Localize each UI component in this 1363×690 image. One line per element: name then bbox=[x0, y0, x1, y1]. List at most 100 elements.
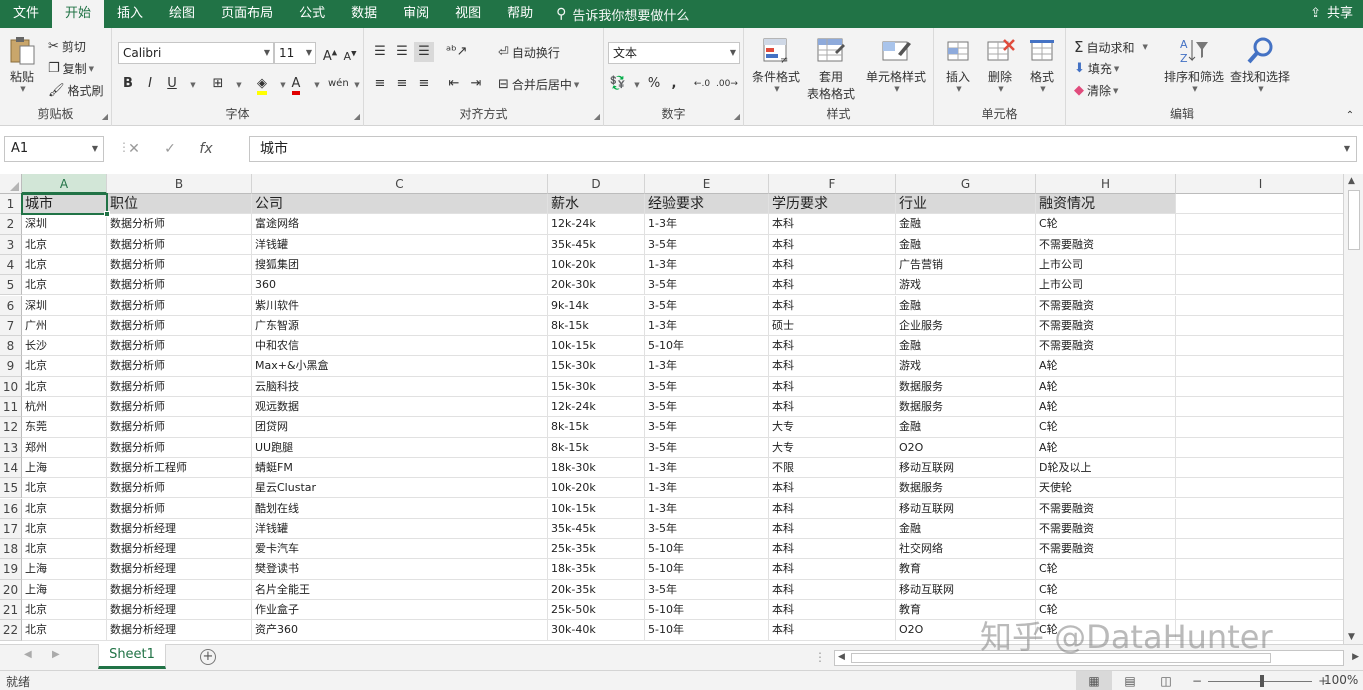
table-cell[interactable]: 5-10年 bbox=[645, 600, 769, 621]
table-cell[interactable]: 20k-35k bbox=[548, 579, 645, 600]
table-cell[interactable]: 数据分析师 bbox=[107, 437, 252, 458]
table-cell[interactable]: 本科 bbox=[769, 620, 896, 641]
column-header-h[interactable]: H bbox=[1036, 174, 1176, 194]
table-cell[interactable]: 数据分析师 bbox=[107, 254, 252, 276]
table-cell[interactable]: 游戏 bbox=[896, 356, 1036, 377]
vertical-scrollbar[interactable]: ▲ ▼ bbox=[1343, 174, 1363, 644]
tab-review[interactable]: 审阅 bbox=[390, 0, 442, 28]
table-cell[interactable]: 本科 bbox=[769, 579, 896, 600]
table-cell[interactable]: 数据分析师 bbox=[107, 275, 252, 296]
increase-indent-button[interactable]: ⇥ bbox=[466, 74, 486, 94]
row-header[interactable]: 11 bbox=[0, 397, 22, 418]
table-cell[interactable]: 不需要融资 bbox=[1036, 539, 1176, 560]
table-cell[interactable]: 数据分析师 bbox=[107, 315, 252, 337]
row-header[interactable]: 4 bbox=[0, 254, 22, 276]
zoom-track[interactable] bbox=[1208, 674, 1313, 687]
align-left-button[interactable]: ≡ bbox=[370, 74, 390, 94]
fill-color-button[interactable]: ◈ bbox=[252, 74, 272, 95]
table-cell[interactable]: C轮 bbox=[1036, 559, 1176, 580]
table-cell[interactable]: 本科 bbox=[769, 336, 896, 357]
table-cell[interactable]: 北京 bbox=[22, 356, 107, 377]
table-cell[interactable]: 数据分析师 bbox=[107, 356, 252, 377]
table-cell[interactable]: 本科 bbox=[769, 254, 896, 276]
table-cell[interactable]: 1-3年 bbox=[645, 214, 769, 235]
table-cell[interactable]: 金融 bbox=[896, 214, 1036, 235]
format-cells-button[interactable]: 格式 ▼ bbox=[1022, 36, 1062, 93]
table-cell[interactable]: 1-3年 bbox=[645, 498, 769, 519]
table-cell[interactable]: C轮 bbox=[1036, 417, 1176, 438]
table-cell[interactable]: 9k-14k bbox=[548, 295, 645, 316]
zoom-out-icon[interactable]: − bbox=[1192, 674, 1202, 688]
table-cell[interactable]: 广告营销 bbox=[896, 254, 1036, 276]
row-header[interactable]: 18 bbox=[0, 539, 22, 560]
table-cell[interactable]: 金融 bbox=[896, 234, 1036, 255]
table-cell[interactable]: 18k-30k bbox=[548, 457, 645, 479]
table-cell[interactable]: 蜻蜓FM bbox=[252, 457, 548, 479]
cancel-icon[interactable]: ✕ bbox=[116, 141, 152, 157]
table-cell[interactable]: 12k-24k bbox=[548, 214, 645, 235]
table-cell[interactable]: 金融 bbox=[896, 417, 1036, 438]
tell-me-search[interactable]: ⚲ 告诉我你想要做什么 bbox=[556, 5, 689, 24]
row-header[interactable]: 17 bbox=[0, 518, 22, 540]
borders-dropdown[interactable]: ▼ bbox=[228, 74, 248, 94]
table-cell[interactable]: 20k-30k bbox=[548, 275, 645, 296]
table-cell[interactable]: 数据服务 bbox=[896, 376, 1036, 397]
column-header-f[interactable]: F bbox=[769, 174, 896, 194]
row-header[interactable]: 13 bbox=[0, 437, 22, 458]
table-cell[interactable]: 数据分析工程师 bbox=[107, 457, 252, 479]
page-layout-view-icon[interactable]: ▤ bbox=[1112, 671, 1148, 690]
dialog-launcher-icon[interactable]: ◢ bbox=[734, 112, 740, 121]
tab-home[interactable]: 开始 bbox=[52, 0, 105, 28]
table-cell[interactable]: 数据分析师 bbox=[107, 234, 252, 255]
row-header[interactable]: 14 bbox=[0, 457, 22, 479]
wrap-text-button[interactable]: ⏎ 自动换行 bbox=[498, 44, 560, 61]
horizontal-scroll-thumb[interactable] bbox=[851, 653, 1271, 663]
add-sheet-button[interactable]: + bbox=[200, 649, 216, 665]
table-cell[interactable]: 数据服务 bbox=[896, 397, 1036, 418]
tab-page-layout[interactable]: 页面布局 bbox=[208, 0, 286, 28]
table-cell[interactable]: 星云Clustar bbox=[252, 478, 548, 499]
table-cell[interactable] bbox=[1176, 255, 1343, 276]
table-cell[interactable]: 8k-15k bbox=[548, 437, 645, 458]
phonetic-button[interactable]: wén bbox=[328, 74, 349, 94]
bold-button[interactable]: B bbox=[118, 74, 138, 94]
table-cell[interactable]: 北京 bbox=[22, 376, 107, 397]
sheet-tab-sheet1[interactable]: Sheet1 bbox=[98, 644, 166, 669]
table-cell[interactable]: 社交网络 bbox=[896, 539, 1036, 560]
sheet-next-icon[interactable]: ▶ bbox=[52, 649, 60, 660]
table-cell[interactable]: 不需要融资 bbox=[1036, 518, 1176, 540]
dialog-launcher-icon[interactable]: ◢ bbox=[594, 112, 600, 121]
table-cell[interactable] bbox=[1176, 377, 1343, 397]
table-cell[interactable]: 团贷网 bbox=[252, 417, 548, 438]
row-header[interactable]: 22 bbox=[0, 620, 22, 641]
table-cell[interactable]: C轮 bbox=[1036, 600, 1176, 621]
cut-button[interactable]: ✂ 剪切 bbox=[48, 38, 86, 55]
comma-style-button[interactable]: , bbox=[664, 74, 684, 94]
find-select-button[interactable]: 查找和选择 ▼ bbox=[1226, 36, 1294, 93]
merge-center-button[interactable]: ⊟ 合并后居中 ▼ bbox=[498, 76, 579, 93]
autosum-button[interactable]: Σ 自动求和 ▼ bbox=[1074, 38, 1148, 56]
table-cell[interactable]: 35k-45k bbox=[548, 518, 645, 540]
header-cell[interactable]: 学历要求 bbox=[769, 194, 896, 215]
insert-cells-button[interactable]: 插入 ▼ bbox=[938, 36, 978, 93]
table-cell[interactable]: 本科 bbox=[769, 275, 896, 296]
row-header[interactable]: 1 bbox=[0, 194, 22, 215]
scroll-right-icon[interactable]: ▶ bbox=[1352, 652, 1359, 662]
font-color-button[interactable]: A bbox=[286, 74, 306, 95]
header-cell[interactable]: 公司 bbox=[252, 194, 548, 215]
table-cell[interactable]: 18k-35k bbox=[548, 559, 645, 580]
table-cell[interactable]: 8k-15k bbox=[548, 417, 645, 438]
table-cell[interactable]: 广东智源 bbox=[252, 315, 548, 337]
table-cell[interactable]: 北京 bbox=[22, 498, 107, 519]
table-cell[interactable]: 数据分析经理 bbox=[107, 518, 252, 540]
table-cell[interactable]: 教育 bbox=[896, 559, 1036, 580]
fill-button[interactable]: ⬇ 填充 ▼ bbox=[1074, 60, 1119, 77]
header-cell[interactable]: 城市 bbox=[22, 194, 107, 215]
table-cell[interactable]: 金融 bbox=[896, 336, 1036, 357]
insert-function-button[interactable]: fx bbox=[188, 141, 224, 157]
align-center-button[interactable]: ≡ bbox=[392, 74, 412, 94]
table-cell[interactable]: 3-5年 bbox=[645, 417, 769, 438]
column-header-d[interactable]: D bbox=[548, 174, 645, 194]
expand-formula-bar-icon[interactable]: ▼ bbox=[1344, 137, 1350, 161]
table-cell[interactable]: 深圳 bbox=[22, 295, 107, 316]
